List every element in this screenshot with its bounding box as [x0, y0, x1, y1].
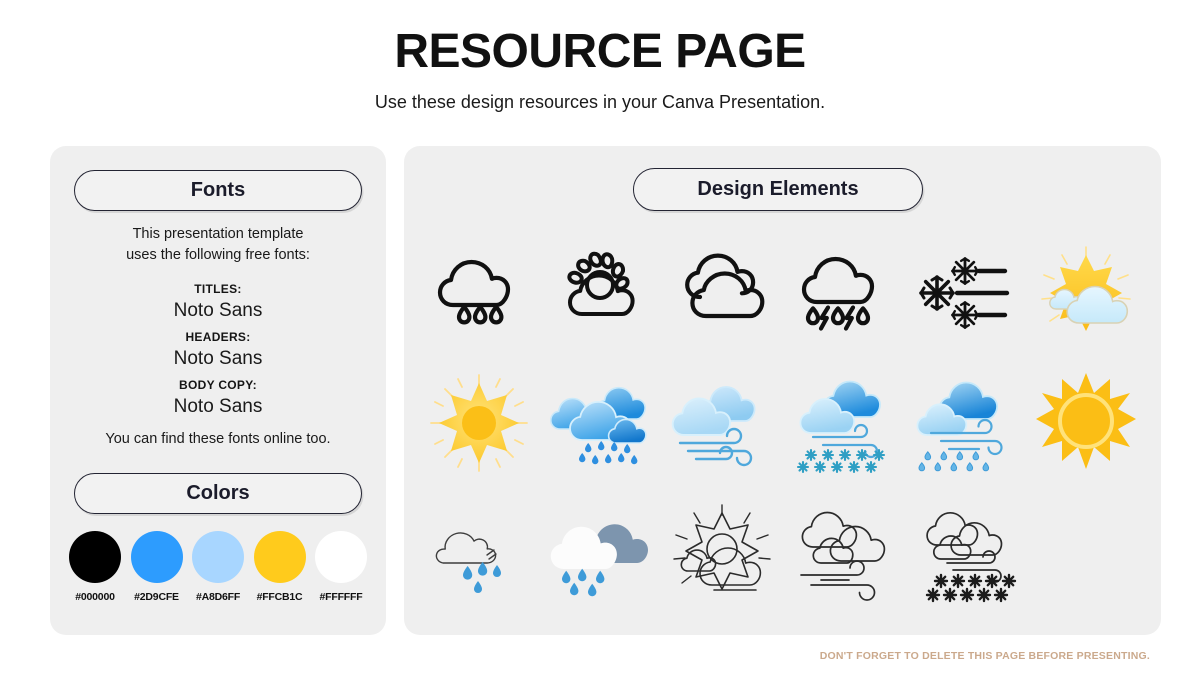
fonts-outro-text: You can find these fonts online too. — [105, 431, 331, 447]
font-label-headers: HEADERS: — [185, 330, 251, 344]
rain-cloud-sketch-icon[interactable] — [420, 494, 538, 612]
color-swatch[interactable]: #FFFFFF — [314, 531, 368, 603]
color-swatch-code: #2D9CFE — [134, 591, 179, 603]
color-swatch-dot — [315, 531, 367, 583]
page-subtitle: Use these design resources in your Canva… — [374, 92, 826, 112]
font-value-titles: Noto Sans — [173, 299, 263, 321]
fonts-intro-line-2: uses the following free fonts: — [126, 247, 310, 264]
snowflakes-wind-icon[interactable] — [906, 234, 1024, 352]
resource-page-slide: RESOURCE PAGE Use these design resources… — [0, 0, 1200, 675]
sun-behind-cloud-flat-icon[interactable] — [1027, 234, 1145, 352]
font-value-headers: Noto Sans — [173, 347, 263, 369]
sun-behind-cloud-outline-icon[interactable] — [541, 234, 659, 352]
font-label-body-copy: BODY COPY: — [179, 378, 257, 392]
font-value-body-copy: Noto Sans — [173, 395, 263, 417]
snow-clouds-sketch-icon[interactable] — [906, 494, 1024, 612]
fonts-section-header[interactable]: Fonts — [74, 170, 362, 211]
page-title: RESOURCE PAGE — [394, 25, 806, 78]
rain-clouds-gray-icon[interactable] — [541, 494, 659, 612]
windy-clouds-icon[interactable] — [663, 364, 781, 482]
color-swatch[interactable]: #2D9CFE — [130, 531, 184, 603]
color-swatch-dot — [192, 531, 244, 583]
snow-clouds-wind-icon[interactable] — [784, 364, 902, 482]
color-swatch[interactable]: #A8D6FF — [191, 531, 245, 603]
color-swatch-code: #000000 — [75, 591, 115, 603]
design-elements-header-label: Design Elements — [697, 178, 859, 200]
color-swatch-code: #FFCB1C — [256, 591, 303, 603]
thunderstorm-rain-outline-icon[interactable] — [784, 234, 902, 352]
rain-clouds-wind-icon[interactable] — [906, 364, 1024, 482]
colors-section-header[interactable]: Colors — [74, 473, 362, 514]
color-swatch[interactable]: #000000 — [68, 531, 122, 603]
fonts-intro-text: This presentation template uses the foll… — [70, 224, 366, 266]
color-swatch-dot — [253, 531, 306, 583]
color-swatch-code: #FFFFFF — [319, 591, 363, 603]
design-elements-panel: Design Elements — [404, 146, 1161, 635]
font-group-body-copy: BODY COPY: Noto Sans — [70, 378, 366, 419]
heavy-rain-clouds-icon[interactable] — [541, 364, 659, 482]
color-swatch-row: #000000 #2D9CFE #A8D6FF #FFCB1C #FFFFFF — [68, 531, 368, 603]
color-swatch[interactable]: #FFCB1C — [253, 531, 307, 603]
sun-behind-clouds-sketch-icon[interactable] — [663, 494, 781, 612]
design-elements-grid — [418, 228, 1147, 618]
sun-flat-icon[interactable] — [420, 364, 538, 482]
left-panel: Fonts This presentation template uses th… — [50, 146, 386, 635]
fonts-intro-line-1: This presentation template — [132, 226, 304, 242]
rain-cloud-outline-icon[interactable] — [420, 234, 538, 352]
sun-bright-icon[interactable] — [1027, 364, 1145, 482]
windy-clouds-sketch-icon[interactable] — [784, 494, 902, 612]
font-label-titles: TITLES: — [194, 282, 242, 296]
fonts-header-label: Fonts — [190, 179, 246, 201]
design-elements-header[interactable]: Design Elements — [633, 168, 923, 211]
color-swatch-dot — [130, 531, 183, 583]
color-swatch-code: #A8D6FF — [195, 591, 241, 603]
clouds-outline-icon[interactable] — [663, 234, 781, 352]
delete-page-warning: DON'T FORGET TO DELETE THIS PAGE BEFORE … — [819, 650, 1150, 662]
font-group-titles: TITLES: Noto Sans — [70, 282, 366, 323]
font-group-headers: HEADERS: Noto Sans — [70, 330, 366, 371]
color-swatch-dot — [69, 531, 121, 583]
colors-header-label: Colors — [186, 482, 250, 504]
